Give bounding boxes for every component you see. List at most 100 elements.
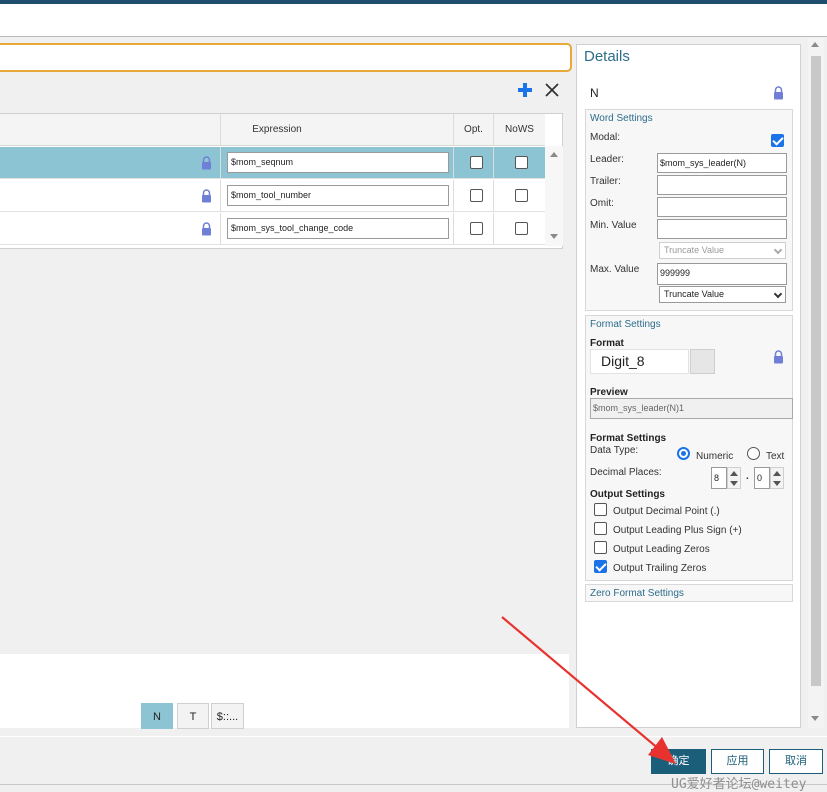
min-value-input[interactable] xyxy=(657,219,787,239)
expression-input[interactable]: $mom_seqnum xyxy=(227,152,449,173)
stepper-up-icon[interactable] xyxy=(730,471,738,476)
table-row[interactable]: $mom_seqnum xyxy=(0,147,545,179)
expression-input[interactable]: $mom_sys_tool_change_code xyxy=(227,218,449,239)
nows-checkbox[interactable] xyxy=(515,189,528,202)
decimal-right-input[interactable]: 0 xyxy=(754,467,770,489)
nows-cell xyxy=(493,213,545,245)
numeric-label: Numeric xyxy=(696,451,734,462)
max-truncate-select[interactable]: Truncate Value xyxy=(659,286,786,303)
header-expression-label xyxy=(220,114,333,146)
decimal-places-label: Decimal Places: xyxy=(590,467,662,478)
nows-cell xyxy=(493,180,545,212)
omit-label: Omit: xyxy=(590,198,614,209)
watermark: UG爱好者论坛@weitey xyxy=(671,777,807,792)
details-title: Details xyxy=(584,48,630,65)
max-truncate-value: Truncate Value xyxy=(664,289,725,299)
lock-icon xyxy=(774,350,783,364)
min-truncate-select[interactable]: Truncate Value xyxy=(659,242,786,259)
opt-checkbox[interactable] xyxy=(470,156,483,169)
output-checkbox[interactable] xyxy=(594,560,607,573)
expression-input[interactable]: $mom_tool_number xyxy=(227,185,449,206)
chevron-down-icon xyxy=(773,245,783,255)
expression-cell: $mom_sys_tool_change_code xyxy=(220,213,453,245)
window-top-bar xyxy=(0,0,827,4)
opt-checkbox[interactable] xyxy=(470,222,483,235)
format-label: Format xyxy=(590,338,624,349)
tab-T[interactable]: T xyxy=(177,703,209,729)
preview-output: $mom_sys_leader(N)1 xyxy=(590,398,793,419)
word-list-panel xyxy=(0,654,569,728)
text-radio[interactable] xyxy=(747,447,760,460)
apply-button[interactable]: 应用 xyxy=(711,749,764,774)
format-value[interactable]: Digit_8 xyxy=(590,349,689,374)
opt-checkbox[interactable] xyxy=(470,189,483,202)
trailer-input[interactable] xyxy=(657,175,787,195)
lock-icon xyxy=(202,189,211,203)
table-row[interactable]: $mom_sys_tool_change_code xyxy=(0,213,545,245)
output-checkbox-label: Output Decimal Point (.) xyxy=(613,506,720,517)
scroll-down-icon[interactable] xyxy=(811,716,819,721)
nows-checkbox[interactable] xyxy=(515,222,528,235)
tab-other[interactable]: $::... xyxy=(211,703,244,729)
table-row[interactable]: $mom_tool_number xyxy=(0,180,545,212)
output-checkbox-label: Output Trailing Zeros xyxy=(613,563,707,574)
lock-icon xyxy=(202,156,211,170)
decimal-right-stepper[interactable] xyxy=(770,467,784,489)
cancel-button[interactable]: 取消 xyxy=(769,749,823,774)
output-checkbox[interactable] xyxy=(594,503,607,516)
decimal-left-input[interactable]: 8 xyxy=(711,467,727,489)
zero-format-header[interactable]: Zero Format Settings xyxy=(590,588,684,599)
ok-button[interactable]: 确定 xyxy=(651,749,706,774)
expression-cell: $mom_tool_number xyxy=(220,180,453,212)
format-settings-subheader: Format Settings xyxy=(590,433,667,444)
output-checkbox[interactable] xyxy=(594,541,607,554)
opt-cell xyxy=(453,180,493,212)
output-checkbox[interactable] xyxy=(594,522,607,535)
text-label: Text xyxy=(766,451,785,462)
omit-input[interactable] xyxy=(657,197,787,217)
format-browse-button[interactable] xyxy=(690,349,715,374)
stepper-up-icon[interactable] xyxy=(773,471,781,476)
scroll-up-icon[interactable] xyxy=(811,42,819,47)
output-settings-label: Output Settings xyxy=(590,489,665,500)
expression-cell: $mom_seqnum xyxy=(220,147,453,179)
output-checkbox-label: Output Leading Zeros xyxy=(613,544,710,555)
trailer-label: Trailer: xyxy=(590,176,621,187)
stepper-down-icon[interactable] xyxy=(730,481,738,486)
opt-cell xyxy=(453,147,493,179)
add-icon[interactable] xyxy=(517,82,533,98)
format-settings-header: Format Settings xyxy=(590,319,661,330)
header-nows: NoWS xyxy=(493,114,545,146)
opt-cell xyxy=(453,213,493,245)
nows-cell xyxy=(493,147,545,179)
word-settings-header: Word Settings xyxy=(590,113,653,124)
leader-input[interactable]: $mom_sys_leader(N) xyxy=(657,153,787,173)
word-name-input[interactable] xyxy=(0,43,572,72)
preview-label: Preview xyxy=(590,387,628,398)
numeric-radio[interactable] xyxy=(677,447,690,460)
decimal-left-stepper[interactable] xyxy=(727,467,741,489)
min-value-label: Min. Value xyxy=(590,220,637,231)
close-icon[interactable] xyxy=(544,82,560,98)
modal-checkbox[interactable] xyxy=(771,134,784,147)
max-value-input[interactable]: 999999 xyxy=(657,263,787,285)
tab-N[interactable]: N xyxy=(141,703,173,729)
table-scrollbar[interactable] xyxy=(545,146,563,246)
header-opt: Opt. xyxy=(453,114,493,146)
lock-icon xyxy=(202,222,211,236)
output-checkbox-label: Output Leading Plus Sign (+) xyxy=(613,525,742,536)
lock-icon xyxy=(774,86,783,100)
modal-label: Modal: xyxy=(590,132,621,143)
chevron-down-icon xyxy=(773,289,783,299)
scroll-up-icon[interactable] xyxy=(550,152,558,157)
min-truncate-value: Truncate Value xyxy=(664,245,725,255)
stepper-down-icon[interactable] xyxy=(773,481,781,486)
details-scroll-thumb[interactable] xyxy=(811,56,821,686)
max-value-label: Max. Value xyxy=(590,264,640,275)
data-type-label: Data Type: xyxy=(590,445,639,456)
details-word-name: N xyxy=(590,86,599,100)
leader-label: Leader: xyxy=(590,154,624,165)
nows-checkbox[interactable] xyxy=(515,156,528,169)
decimal-separator: . xyxy=(746,471,749,482)
scroll-down-icon[interactable] xyxy=(550,234,558,239)
